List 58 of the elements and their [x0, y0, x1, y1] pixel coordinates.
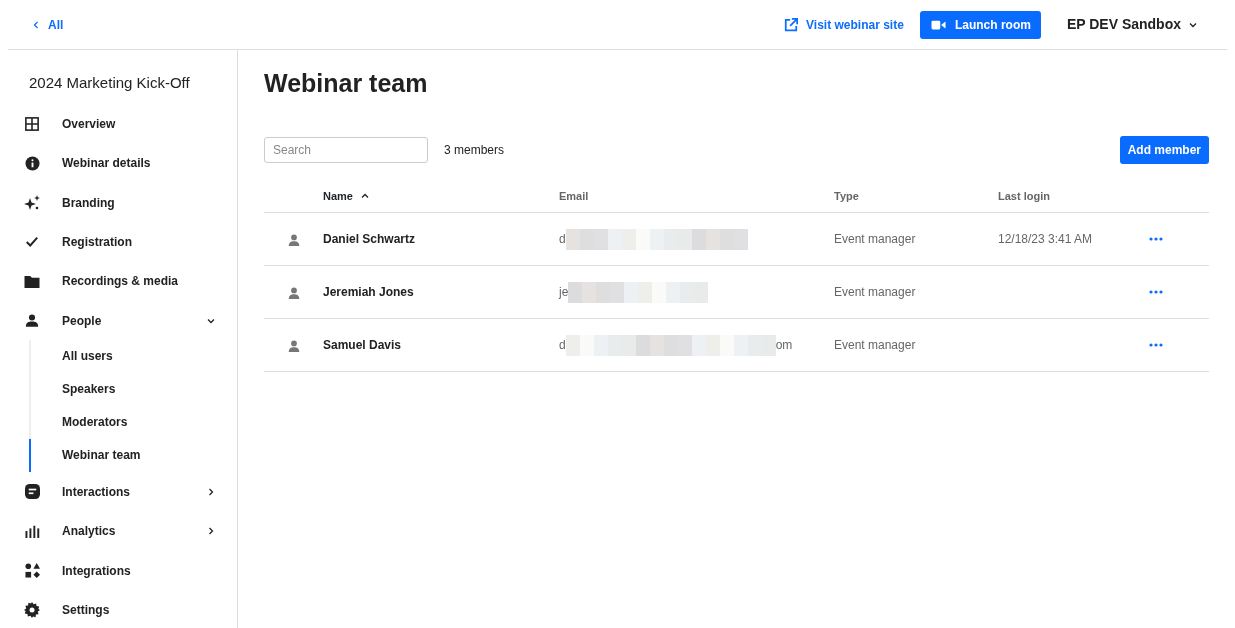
page-title: Webinar team — [264, 68, 429, 98]
more-button[interactable] — [1149, 290, 1163, 294]
column-header: Type — [834, 188, 859, 204]
sort-up-icon — [360, 192, 369, 200]
email-text: om — [775, 337, 793, 354]
member-name: Jeremiah Jones — [323, 284, 415, 301]
more-button[interactable] — [1149, 343, 1163, 347]
person-icon — [288, 233, 300, 246]
back-link[interactable]: All — [32, 15, 64, 34]
email-text: je — [559, 284, 569, 301]
launch-room-button[interactable]: Launch room — [919, 10, 1041, 39]
grid-icon — [25, 117, 39, 132]
account-menu[interactable]: EP DEV Sandbox — [1060, 13, 1203, 36]
last-login: 12/18/23 3:41 AM — [998, 232, 1093, 246]
nav-item[interactable]: Registration — [8, 222, 237, 262]
check-icon — [25, 235, 39, 250]
nav-item[interactable]: Integrations — [8, 550, 237, 591]
nav-subitem[interactable]: Moderators — [29, 406, 237, 440]
chat-icon — [24, 484, 40, 500]
person-icon — [25, 313, 39, 329]
nav-item[interactable]: People — [8, 301, 237, 341]
nav-item[interactable]: Recordings & media — [8, 261, 237, 301]
chevron-down-icon — [1189, 20, 1197, 29]
nav-item[interactable]: Overview — [8, 104, 237, 144]
info-icon — [24, 155, 40, 171]
settings-icon — [24, 601, 40, 618]
more-button[interactable] — [1149, 237, 1163, 241]
member-type: Event manager — [834, 284, 917, 301]
add-member-button[interactable]: Add member — [1119, 136, 1209, 164]
email-text: d — [559, 337, 566, 354]
nav-item[interactable]: Branding — [8, 183, 237, 223]
search-field[interactable]: Search — [264, 137, 428, 163]
nav-item[interactable]: Interactions — [8, 472, 237, 512]
sparkles-icon — [24, 194, 40, 211]
person-icon — [288, 286, 300, 299]
nav-item[interactable]: Analytics — [8, 511, 237, 551]
member-type: Event manager — [834, 231, 917, 248]
person-icon — [288, 339, 300, 352]
nav-subitem[interactable]: Webinar team — [29, 439, 237, 473]
nav-item[interactable]: Webinar details — [8, 143, 237, 184]
external-link-icon — [784, 17, 799, 32]
visit-webinar-site-link[interactable]: Visit webinar site — [784, 15, 904, 34]
event-title: 2024 Marketing Kick-Off — [28, 73, 191, 93]
member-name: Samuel Davis — [323, 337, 403, 354]
column-header: Name — [323, 188, 353, 204]
shapes-icon — [24, 563, 40, 578]
member-count: 3 members — [444, 142, 505, 159]
nav-item[interactable]: Settings — [8, 590, 237, 628]
member-name: Daniel Schwartz — [323, 231, 417, 248]
email-text: d — [559, 231, 566, 248]
column-header: Email — [559, 188, 589, 204]
nav-subitem[interactable]: Speakers — [29, 373, 237, 407]
column-header: Last login — [998, 188, 1050, 204]
folder-icon — [24, 273, 40, 289]
nav-subitem[interactable]: All users — [29, 340, 237, 374]
chevron-left-icon — [32, 20, 40, 29]
bar-chart-icon — [24, 524, 40, 539]
member-type: Event manager — [834, 337, 917, 354]
